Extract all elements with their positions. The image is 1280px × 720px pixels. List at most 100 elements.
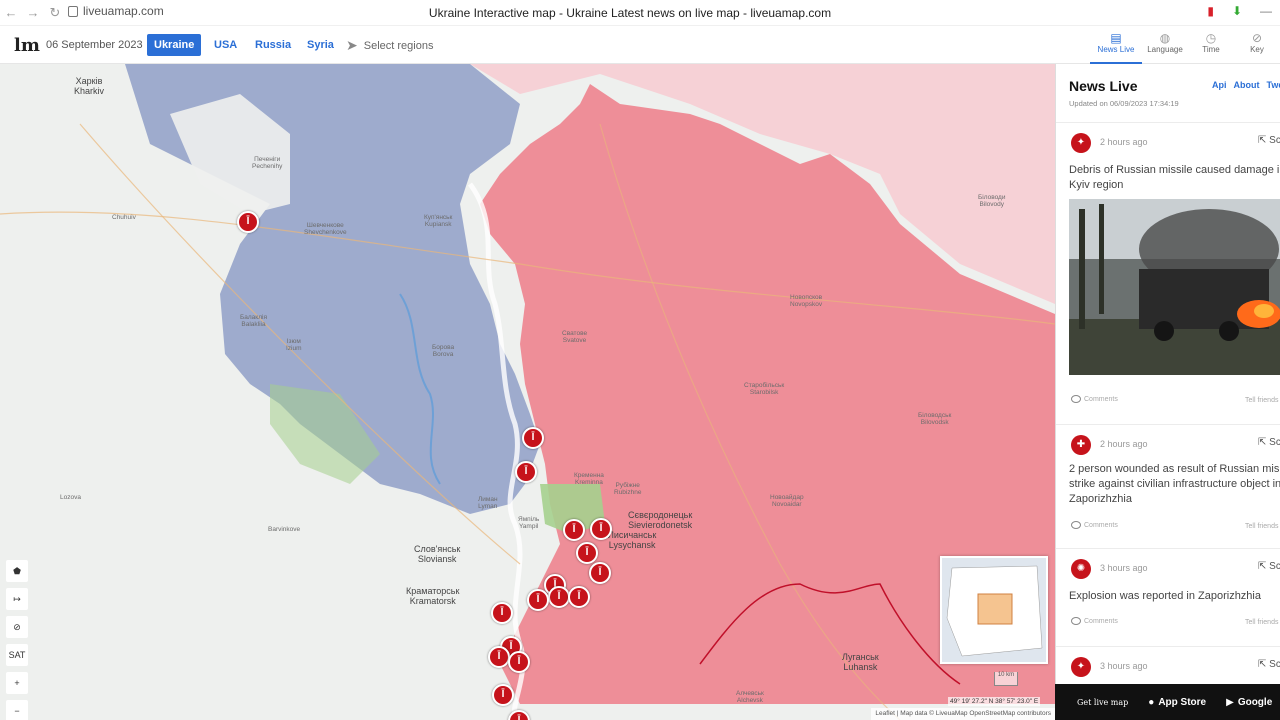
tell-friends-link[interactable]: Tell friends bbox=[1245, 523, 1278, 530]
map-label: Борова Borova bbox=[432, 344, 455, 358]
comments-label: Comments bbox=[1084, 617, 1118, 625]
tell-friends-link[interactable]: Tell friends bbox=[1245, 397, 1278, 404]
event-marker[interactable]: Ī bbox=[515, 461, 537, 483]
explosion-icon: ✺ bbox=[1071, 559, 1091, 579]
map-canvas[interactable]: Харків Kharkiv Печеніги Pechenihy Шевченко… bbox=[0, 64, 1055, 720]
tool-label: Time bbox=[1202, 45, 1220, 54]
map-label: Слов'янськ Sloviansk bbox=[414, 544, 461, 564]
zoom-in-button[interactable]: + bbox=[6, 672, 28, 694]
wounded-icon: ✚ bbox=[1071, 435, 1091, 455]
news-item[interactable]: ✦ 3 hours ago ⇱ Sc bbox=[1056, 646, 1280, 684]
comments-link[interactable]: Comments bbox=[1071, 617, 1118, 625]
minimize-icon[interactable]: — bbox=[1260, 4, 1272, 18]
google-play-button[interactable]: ▶ Google bbox=[1226, 697, 1272, 708]
current-date[interactable]: 06 September 2023 bbox=[46, 39, 143, 51]
event-marker[interactable]: Ī bbox=[576, 542, 598, 564]
twitter-link[interactable]: Twe bbox=[1267, 80, 1280, 90]
news-photo[interactable] bbox=[1069, 199, 1280, 375]
map-label: Біловоди Bilovody bbox=[978, 194, 1006, 208]
event-marker[interactable]: Ī bbox=[527, 589, 549, 611]
news-time: 2 hours ago bbox=[1100, 137, 1148, 147]
tool-label: News Live bbox=[1097, 45, 1135, 54]
map-label: Краматорськ Kramatorsk bbox=[406, 586, 460, 606]
news-item[interactable]: ✦ 2 hours ago ⇱ Sc Debris of Russian mis… bbox=[1056, 122, 1280, 424]
news-icon: ▤ bbox=[1110, 31, 1122, 45]
liveuamap-logo[interactable]: lm bbox=[14, 35, 40, 56]
browser-toolbar: ← → ↻ liveuamap.com Ukraine Interactive … bbox=[0, 0, 1280, 26]
missile-icon: ✦ bbox=[1071, 133, 1091, 153]
app-store-button[interactable]: ● App Store bbox=[1148, 697, 1206, 708]
clock-icon: ◷ bbox=[1205, 31, 1217, 45]
event-marker[interactable]: Ī bbox=[563, 519, 585, 541]
share-link[interactable]: ⇱ Sc bbox=[1258, 659, 1280, 670]
tab-usa[interactable]: USA bbox=[207, 34, 244, 56]
news-text[interactable]: Explosion was reported in Zaporizhzhia bbox=[1069, 589, 1280, 604]
tell-friends-link[interactable]: Tell friends bbox=[1245, 619, 1278, 626]
event-marker[interactable]: Ī bbox=[589, 562, 611, 584]
news-panel-title: News Live bbox=[1069, 78, 1138, 94]
arrows-icon[interactable]: ↦ bbox=[6, 588, 28, 610]
map-label: Балаклія Balakliia bbox=[240, 314, 267, 328]
map-attribution[interactable]: Leaflet | Map data © LiveuaMap OpenStree… bbox=[871, 708, 1055, 720]
page-title: Ukraine Interactive map - Ukraine Latest… bbox=[428, 6, 832, 20]
map-layers bbox=[0, 64, 1055, 720]
bookmark-icon[interactable]: ▮ bbox=[1207, 4, 1214, 18]
map-scale: 10 km bbox=[994, 672, 1018, 686]
select-regions-button[interactable]: ➤ Select regions bbox=[346, 37, 433, 54]
news-text[interactable]: Debris of Russian missile caused damage … bbox=[1069, 163, 1280, 193]
map-label: Новоайдар Novoaidar bbox=[770, 494, 804, 508]
event-marker[interactable]: Ī bbox=[548, 586, 570, 608]
compass-icon: ⊘ bbox=[1251, 31, 1263, 45]
comment-icon bbox=[1071, 617, 1081, 625]
select-regions-label: Select regions bbox=[363, 39, 434, 52]
news-item[interactable]: ✺ 3 hours ago ⇱ Sc Explosion was reporte… bbox=[1056, 548, 1280, 646]
comments-link[interactable]: Comments bbox=[1071, 395, 1118, 403]
navigate-icon: ➤ bbox=[346, 37, 358, 53]
play-icon: ▶ bbox=[1226, 696, 1234, 708]
extension-icon[interactable]: ⬇ bbox=[1232, 4, 1242, 18]
tool-label: Language bbox=[1147, 45, 1183, 54]
event-marker[interactable]: Ī bbox=[488, 646, 510, 668]
share-link[interactable]: ⇱ Sc bbox=[1258, 135, 1280, 146]
tool-time[interactable]: ◷ Time bbox=[1188, 26, 1234, 64]
tool-label: Key bbox=[1250, 45, 1264, 54]
news-time: 3 hours ago bbox=[1100, 563, 1148, 573]
event-marker[interactable]: Ī bbox=[492, 684, 514, 706]
news-text-line: Explosion was reported in Zaporizhzhia bbox=[1069, 590, 1261, 602]
share-label: Sc bbox=[1269, 437, 1280, 448]
share-link[interactable]: ⇱ Sc bbox=[1258, 437, 1280, 448]
share-link[interactable]: ⇱ Sc bbox=[1258, 561, 1280, 572]
about-link[interactable]: About bbox=[1234, 80, 1260, 90]
event-marker[interactable]: Ī bbox=[568, 586, 590, 608]
tab-syria[interactable]: Syria bbox=[300, 34, 341, 56]
tool-language[interactable]: ◍ Language bbox=[1142, 26, 1188, 64]
map-label: Ямпіль Yampil bbox=[518, 516, 540, 530]
comment-icon bbox=[1071, 395, 1081, 403]
apple-icon: ● bbox=[1148, 696, 1155, 708]
minimap[interactable] bbox=[940, 556, 1048, 664]
zoom-out-button[interactable]: − bbox=[6, 700, 28, 720]
draw-pentagon-icon[interactable]: ⬟ bbox=[6, 560, 28, 582]
event-marker[interactable]: Ī bbox=[491, 602, 513, 624]
tab-ukraine[interactable]: Ukraine bbox=[147, 34, 202, 56]
event-marker[interactable]: Ī bbox=[522, 427, 544, 449]
app-header: lm 06 September 2023 Ukraine USA Russia … bbox=[0, 26, 1280, 64]
event-marker[interactable]: Ī bbox=[590, 518, 612, 540]
share-label: Sc bbox=[1269, 561, 1280, 572]
api-link[interactable]: Api bbox=[1212, 80, 1227, 90]
event-marker[interactable]: Ī bbox=[508, 651, 530, 673]
news-updated-time: Updated on 06/09/2023 17:34:19 bbox=[1069, 99, 1179, 108]
tool-news-live[interactable]: ▤ News Live bbox=[1090, 26, 1142, 64]
coordinates-readout: 49° 19' 27.2" N 38° 57' 23.0" E bbox=[948, 697, 1041, 706]
tool-key[interactable]: ⊘ Key bbox=[1234, 26, 1280, 64]
news-item[interactable]: ✚ 2 hours ago ⇱ Sc 2 person wounded as r… bbox=[1056, 424, 1280, 548]
eye-off-icon[interactable]: ⊘ bbox=[6, 616, 28, 638]
comments-link[interactable]: Comments bbox=[1071, 521, 1118, 529]
google-play-label: Google bbox=[1237, 696, 1273, 708]
event-marker[interactable]: Ī bbox=[237, 211, 259, 233]
news-time: 2 hours ago bbox=[1100, 439, 1148, 449]
news-text[interactable]: 2 person wounded as result of Russian mi… bbox=[1069, 462, 1280, 507]
map-label: Лисичанськ Lysychansk bbox=[608, 530, 657, 550]
satellite-toggle[interactable]: SAT bbox=[6, 644, 28, 666]
tab-russia[interactable]: Russia bbox=[248, 34, 298, 56]
